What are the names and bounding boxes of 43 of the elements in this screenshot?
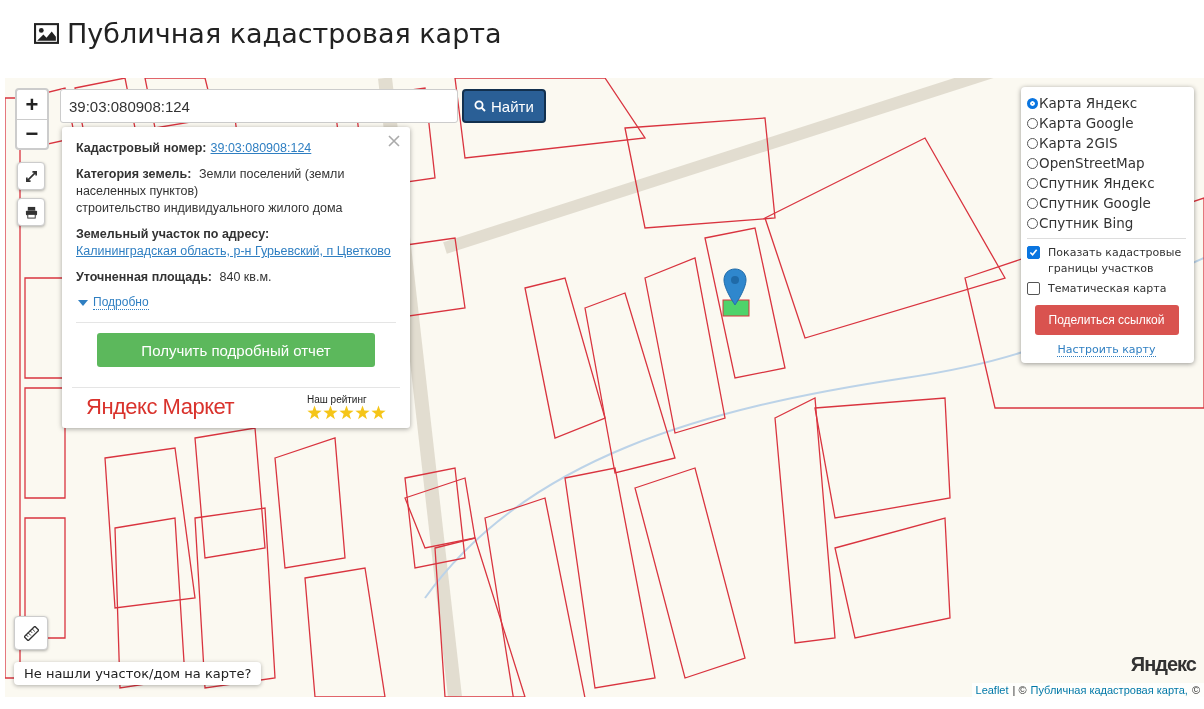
search-field[interactable]: 39:03:080908:124 <box>60 89 458 123</box>
attribution-text: © <box>1191 684 1200 696</box>
checkbox[interactable] <box>1027 246 1040 259</box>
ruler-button[interactable] <box>14 616 48 650</box>
search-button[interactable]: Найти <box>462 89 546 123</box>
page-title: Публичная кадастровая карта <box>67 17 502 49</box>
layer-label[interactable]: Карта 2GIS <box>1039 135 1118 151</box>
ruler-icon <box>23 625 39 641</box>
search-icon <box>474 100 486 112</box>
layer-label[interactable]: Спутник Яндекс <box>1039 175 1155 191</box>
field-text: Категория земель: Земли поселений (земли населенных пунктов) <box>76 166 346 200</box>
settings-link[interactable]: Настроить карту <box>1057 343 1156 357</box>
layer-label[interactable]: OpenStreetMap <box>1039 155 1145 171</box>
printer-icon <box>24 205 38 219</box>
caret-icon <box>78 299 88 306</box>
attribution-text: | © <box>1012 684 1027 696</box>
field-link[interactable]: Калининградская область, р-н Гурьевский, п Цветково <box>76 243 391 260</box>
map-provider-logo: Яндекс <box>1130 653 1196 676</box>
overlay-label[interactable]: Тематическая карта <box>1048 281 1167 297</box>
brand-logo[interactable]: Яндекс Маркет <box>86 394 235 420</box>
layer-label[interactable]: Спутник Bing <box>1039 215 1134 231</box>
details-link[interactable]: Подробно <box>93 295 149 310</box>
field-value: строительство индивидуального жилого дома <box>76 200 344 217</box>
field-text: Уточненная площадь: 840 кв.м. <box>76 269 273 286</box>
share-button[interactable]: Поделиться ссылкой <box>1034 305 1179 335</box>
overlay-label[interactable]: Показать кадастровые границы участков <box>1048 245 1186 277</box>
field-link[interactable]: 39:03:080908:124 <box>210 140 312 157</box>
print-button[interactable] <box>17 198 45 226</box>
layer-label[interactable]: Карта Google <box>1039 115 1134 131</box>
attribution-link[interactable]: Публичная кадастровая карта, <box>1030 684 1188 696</box>
fullscreen-button[interactable] <box>17 162 45 190</box>
radio-button[interactable] <box>1027 97 1038 109</box>
checkbox[interactable] <box>1027 282 1040 295</box>
image-icon <box>34 22 59 44</box>
field-label: Кадастровый номер: <box>76 141 207 155</box>
layer-label[interactable]: Спутник Google <box>1039 195 1151 211</box>
layer-label[interactable]: Карта Яндекс <box>1039 95 1138 111</box>
rating-label: Наш рейтинг <box>307 394 367 405</box>
expand-icon <box>24 169 38 183</box>
field-label: Земельный участок по адресу: <box>76 227 270 241</box>
map-marker-icon[interactable] <box>723 268 747 306</box>
not-found-hint[interactable]: Не нашли участок/дом на карте? <box>14 662 262 685</box>
attribution-link[interactable]: Leaflet <box>975 684 1009 696</box>
